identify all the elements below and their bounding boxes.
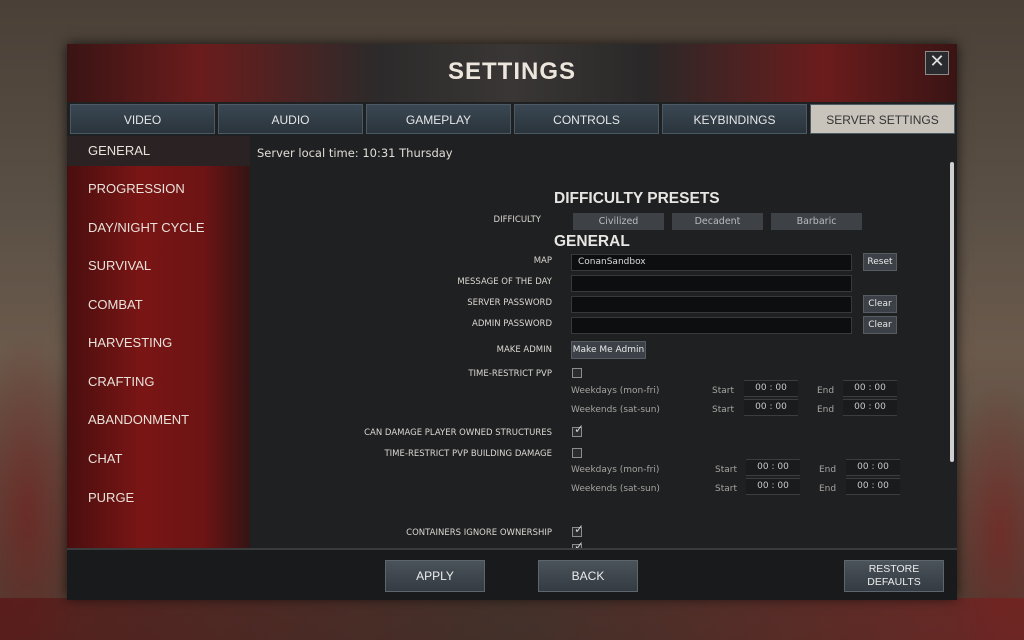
close-icon[interactable]: ✕ bbox=[925, 51, 949, 75]
motd-label: MESSAGE OF THE DAY bbox=[457, 277, 552, 287]
containers-ignore-ownership-label: CONTAINERS IGNORE OWNERSHIP bbox=[406, 528, 552, 538]
pvp-weekdays-end-label: End bbox=[817, 386, 835, 396]
pvp-weekends-start-time[interactable]: 00 : 00 bbox=[744, 399, 798, 416]
time-restrict-pvp-checkbox[interactable] bbox=[572, 368, 582, 378]
checkmark-icon: ✓ bbox=[574, 539, 585, 548]
pvp-weekdays-label: Weekdays (mon-fri) bbox=[571, 386, 660, 396]
restore-defaults-button[interactable]: RESTORE DEFAULTS bbox=[844, 560, 944, 592]
sidebar-item-chat[interactable]: CHAT bbox=[67, 444, 250, 474]
footer-bar: APPLY BACK RESTORE DEFAULTS bbox=[67, 548, 957, 600]
can-damage-structures-label: CAN DAMAGE PLAYER OWNED STRUCTURES bbox=[364, 428, 552, 438]
settings-window: SETTINGS ✕ VIDEO AUDIO GAMEPLAY CONTROLS… bbox=[67, 44, 957, 600]
server-password-label: SERVER PASSWORD bbox=[467, 298, 552, 308]
clear-server-password-button[interactable]: Clear bbox=[863, 295, 897, 313]
pvp-weekdays-start-label: Start bbox=[712, 386, 734, 396]
make-me-admin-button[interactable]: Make Me Admin bbox=[571, 341, 646, 359]
tab-gameplay[interactable]: GAMEPLAY bbox=[366, 104, 511, 134]
sidebar-item-general[interactable]: GENERAL bbox=[67, 136, 250, 166]
building-weekdays-end-label: End bbox=[819, 465, 837, 475]
difficulty-label: DIFFICULTY bbox=[493, 215, 541, 225]
sidebar: GENERAL PROGRESSION DAY/NIGHT CYCLE SURV… bbox=[67, 136, 250, 548]
building-weekdays-label: Weekdays (mon-fri) bbox=[571, 465, 660, 475]
time-restrict-building-label: TIME-RESTRICT PVP BUILDING DAMAGE bbox=[384, 449, 552, 459]
server-password-input[interactable] bbox=[571, 296, 852, 313]
sidebar-item-survival[interactable]: SURVIVAL bbox=[67, 251, 250, 281]
time-restrict-pvp-label: TIME-RESTRICT PVP bbox=[468, 369, 552, 379]
reset-map-button[interactable]: Reset bbox=[863, 253, 897, 271]
sidebar-item-progression[interactable]: PROGRESSION bbox=[67, 174, 250, 204]
checkmark-icon: ✓ bbox=[574, 522, 585, 536]
motd-input[interactable] bbox=[571, 275, 852, 292]
time-restrict-building-checkbox[interactable] bbox=[572, 448, 582, 458]
restore-label-line1: RESTORE bbox=[868, 563, 920, 575]
window-title: SETTINGS bbox=[447, 58, 576, 85]
sidebar-item-day-night-cycle[interactable]: DAY/NIGHT CYCLE bbox=[67, 213, 250, 243]
pvp-weekends-label: Weekends (sat-sun) bbox=[571, 405, 660, 415]
preset-civilized-button[interactable]: Civilized bbox=[573, 213, 664, 230]
checkmark-icon: ✓ bbox=[574, 422, 585, 436]
window-header: SETTINGS ✕ bbox=[67, 44, 957, 102]
apply-button[interactable]: APPLY bbox=[385, 560, 485, 592]
tab-controls[interactable]: CONTROLS bbox=[514, 104, 659, 134]
sidebar-item-combat[interactable]: COMBAT bbox=[67, 290, 250, 320]
building-weekends-end-time[interactable]: 00 : 00 bbox=[846, 478, 900, 495]
building-weekdays-end-time[interactable]: 00 : 00 bbox=[846, 459, 900, 476]
pvp-weekends-end-label: End bbox=[817, 405, 835, 415]
server-local-time: Server local time: 10:31 Thursday bbox=[257, 146, 453, 160]
tab-audio[interactable]: AUDIO bbox=[218, 104, 363, 134]
sidebar-item-harvesting[interactable]: HARVESTING bbox=[67, 328, 250, 358]
sidebar-item-crafting[interactable]: CRAFTING bbox=[67, 367, 250, 397]
map-input[interactable]: ConanSandbox bbox=[571, 254, 852, 271]
admin-password-input[interactable] bbox=[571, 317, 852, 334]
background-bottom-strip bbox=[0, 598, 1024, 640]
building-weekends-label: Weekends (sat-sun) bbox=[571, 484, 660, 494]
preset-decadent-button[interactable]: Decadent bbox=[672, 213, 763, 230]
content-scrollbar[interactable] bbox=[950, 162, 954, 462]
containers-ignore-ownership-checkbox[interactable]: ✓ bbox=[572, 522, 584, 537]
make-admin-label: MAKE ADMIN bbox=[496, 345, 552, 355]
building-weekends-start-label: Start bbox=[715, 484, 737, 494]
tab-video[interactable]: VIDEO bbox=[70, 104, 215, 134]
tab-keybindings[interactable]: KEYBINDINGS bbox=[662, 104, 807, 134]
tab-server-settings[interactable]: SERVER SETTINGS bbox=[810, 104, 955, 134]
pvp-weekdays-end-time[interactable]: 00 : 00 bbox=[843, 380, 897, 397]
settings-content: Server local time: 10:31 Thursday DIFFIC… bbox=[250, 136, 950, 548]
back-button[interactable]: BACK bbox=[538, 560, 638, 592]
can-damage-structures-checkbox[interactable]: ✓ bbox=[572, 422, 584, 437]
sidebar-item-abandonment[interactable]: ABANDONMENT bbox=[67, 405, 250, 435]
general-heading: GENERAL bbox=[554, 233, 630, 250]
building-weekends-end-label: End bbox=[819, 484, 837, 494]
admin-password-label: ADMIN PASSWORD bbox=[472, 319, 552, 329]
pvp-weekends-end-time[interactable]: 00 : 00 bbox=[843, 399, 897, 416]
pvp-weekdays-start-time[interactable]: 00 : 00 bbox=[744, 380, 798, 397]
pvp-weekends-start-label: Start bbox=[712, 405, 734, 415]
restore-label-line2: DEFAULTS bbox=[867, 576, 921, 588]
sidebar-item-purge[interactable]: PURGE bbox=[67, 483, 250, 513]
building-weekdays-start-label: Start bbox=[715, 465, 737, 475]
difficulty-presets-heading: DIFFICULTY PRESETS bbox=[554, 190, 720, 207]
map-label: MAP bbox=[533, 256, 552, 266]
clear-admin-password-button[interactable]: Clear bbox=[863, 316, 897, 334]
building-weekends-start-time[interactable]: 00 : 00 bbox=[746, 478, 800, 495]
building-weekdays-start-time[interactable]: 00 : 00 bbox=[746, 459, 800, 476]
tab-bar: VIDEO AUDIO GAMEPLAY CONTROLS KEYBINDING… bbox=[70, 104, 955, 134]
preset-barbaric-button[interactable]: Barbaric bbox=[771, 213, 862, 230]
